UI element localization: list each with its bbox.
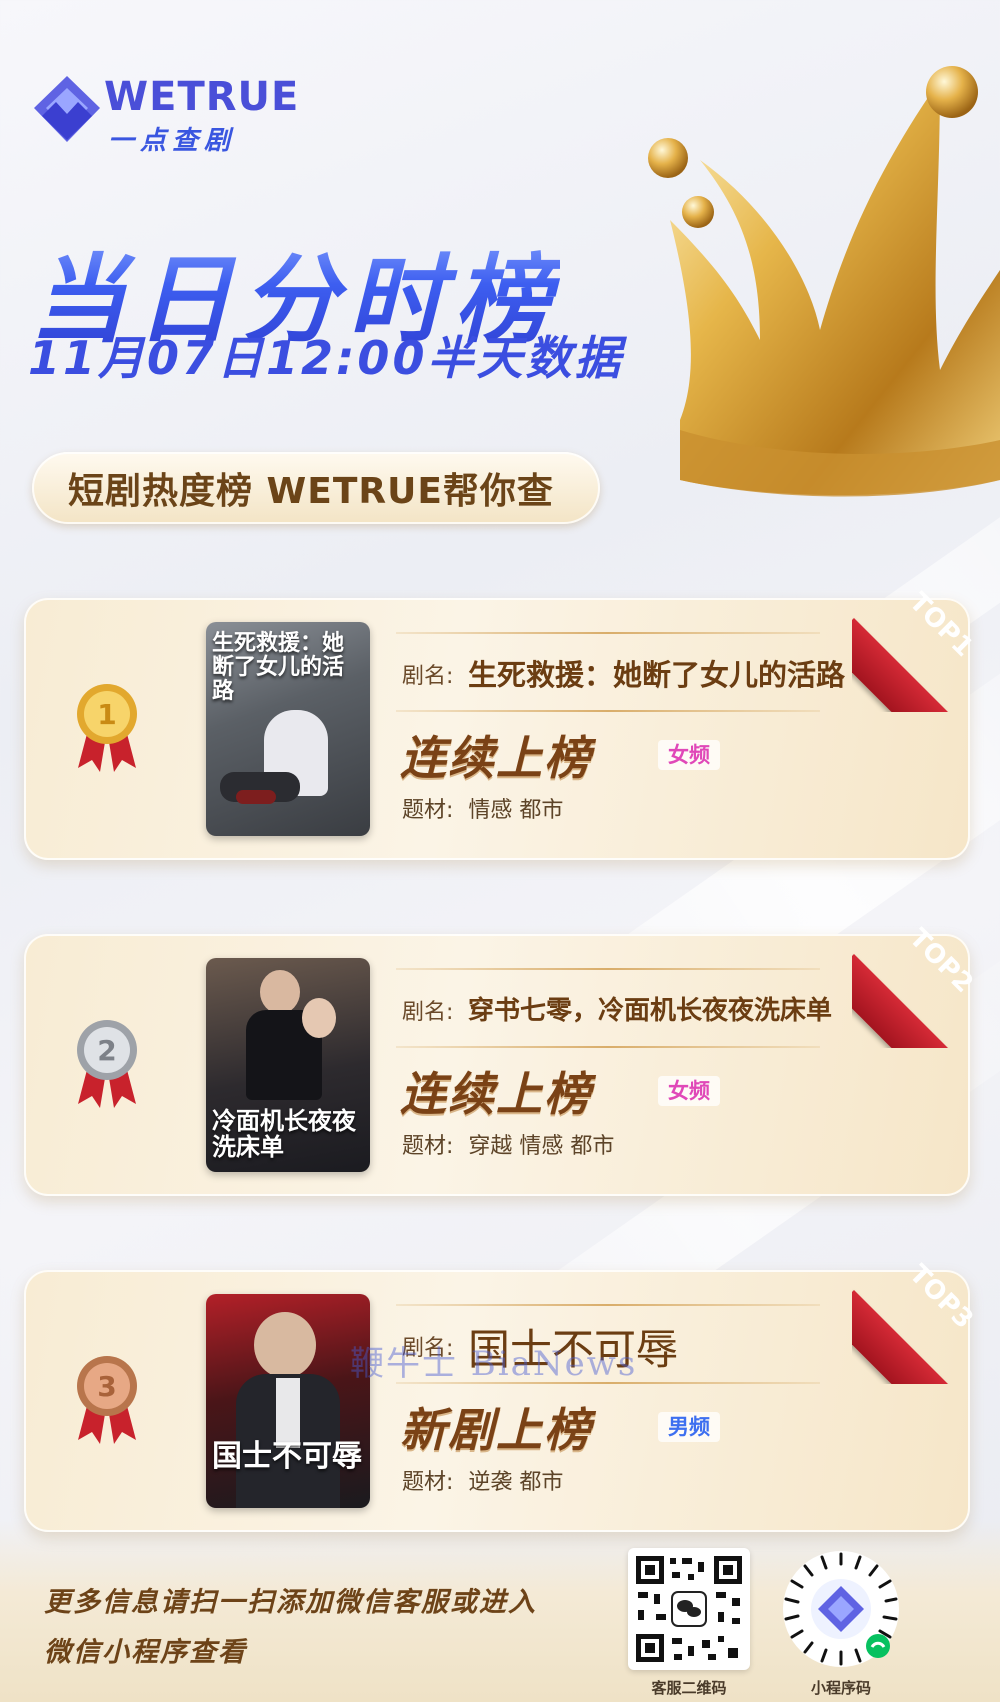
genre-label: 题材: [402, 1470, 454, 1495]
footer-line-2: 微信小程序查看 [44, 1637, 247, 1668]
miniprogram-code[interactable] [780, 1548, 902, 1670]
top-ribbon: TOP3 [852, 1256, 980, 1384]
ranking-status: 新剧上榜 [400, 1403, 592, 1457]
ranking-status: 连续上榜 [400, 731, 592, 785]
service-qr-code[interactable] [628, 1548, 750, 1670]
service-qr-caption: 客服二维码 [651, 1679, 727, 1697]
brand-name: WETRUE [104, 74, 300, 120]
ranking-status: 连续上榜 [400, 1067, 592, 1121]
slogan-text: 短剧热度榜 WETRUE帮你查 [68, 471, 554, 512]
channel-tag: 男频 [658, 1412, 720, 1442]
ranking-card-2[interactable]: TOP2 2 冷面机长夜夜洗床单 剧名: 穿书七零，冷面机长夜夜洗床单 连续上榜… [24, 923, 980, 1196]
qr-code-icon [634, 1554, 744, 1664]
poster-title: 冷面机长夜夜洗床单 [212, 1107, 356, 1162]
miniprogram-code-icon [783, 1551, 899, 1667]
poster-title: 国士不可辱 [212, 1439, 362, 1474]
top-ribbon: TOP1 [852, 584, 980, 712]
genre-value: 情感 都市 [468, 798, 564, 823]
genre-label: 题材: [402, 1134, 454, 1159]
genre-value: 逆袭 都市 [468, 1470, 564, 1495]
drama-name-label: 剧名: [402, 664, 454, 689]
svg-text:1: 1 [97, 698, 116, 731]
drama-name-label: 剧名: [402, 1000, 454, 1025]
genre-row: 题材: 穿越 情感 都市 [402, 1128, 614, 1160]
watermark: 鞭牛士 BiaNews [350, 1344, 638, 1384]
channel-tag: 女频 [658, 740, 720, 770]
genre-label: 题材: [402, 798, 454, 823]
genre-row: 题材: 逆袭 都市 [402, 1464, 563, 1496]
miniprogram-code-caption: 小程序码 [810, 1679, 871, 1697]
silver-medal-icon: 2 [77, 1020, 137, 1108]
brand-subtitle: 一点查剧 [108, 126, 237, 156]
genre-value: 穿越 情感 都市 [468, 1134, 615, 1159]
genre-row: 题材: 情感 都市 [402, 792, 563, 824]
bronze-medal-icon: 3 [77, 1356, 137, 1444]
channel-tag: 女频 [658, 1076, 720, 1106]
gold-medal-icon: 1 [77, 684, 137, 772]
ranking-card-3[interactable]: TOP3 3 国士不可辱 剧名: 国士不可辱 新剧上榜 男频 题材: 逆袭 都市 [24, 1259, 980, 1532]
brand-logo: WETRUE 一点查剧 [32, 70, 302, 156]
drama-poster[interactable]: 生死救援：她断了女儿的活路 [206, 622, 370, 836]
data-time-subtitle: 11月07日12:00半天数据 [28, 331, 624, 385]
footer-line-1: 更多信息请扫一扫添加微信客服或进入 [44, 1587, 537, 1618]
svg-text:2: 2 [97, 1034, 116, 1067]
poster-title: 生死救援：她断了女儿的活路 [212, 631, 345, 705]
slogan-pill: 短剧热度榜 WETRUE帮你查 [32, 452, 600, 524]
drama-name[interactable]: 穿书七零，冷面机长夜夜洗床单 [468, 990, 832, 1027]
drama-name[interactable]: 生死救援：她断了女儿的活路 [468, 652, 845, 694]
wetrue-logo-icon [34, 76, 100, 142]
drama-poster[interactable]: 冷面机长夜夜洗床单 [206, 958, 370, 1172]
crown-icon [648, 66, 1000, 497]
drama-poster[interactable]: 国士不可辱 [206, 1294, 370, 1508]
top-ribbon: TOP2 [852, 920, 980, 1048]
svg-text:3: 3 [97, 1370, 116, 1403]
ranking-card-1[interactable]: TOP1 1 生死救援：她断了女儿的活路 剧名: 生死救援：她断了女儿的活路 连… [24, 587, 980, 860]
